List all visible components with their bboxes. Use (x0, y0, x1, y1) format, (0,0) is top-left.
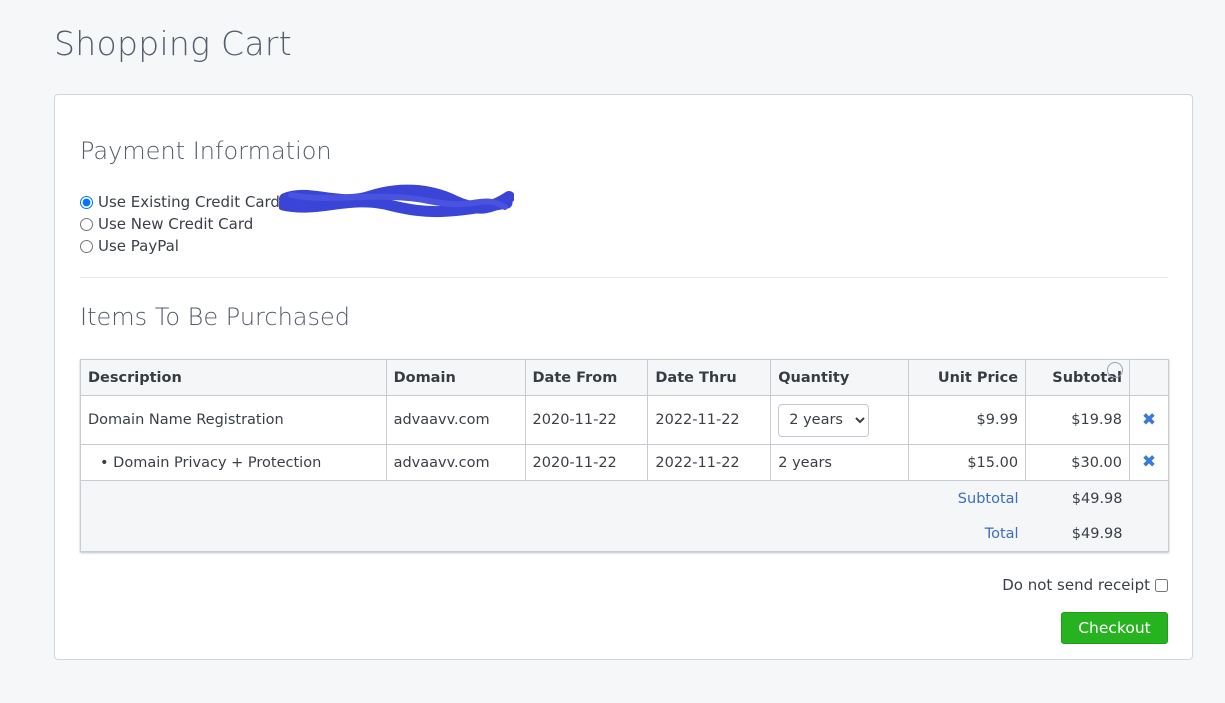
table-row: • Domain Privacy + Protection advaavv.co… (80, 444, 1169, 481)
payment-option-existing-card[interactable]: Use Existing Credit Card (80, 191, 280, 213)
new-card-radio[interactable] (80, 217, 93, 231)
row-date-from: 2020-11-22 (524, 444, 649, 481)
payment-information-title: Payment Information (80, 137, 332, 165)
checkout-button[interactable]: Checkout (1061, 612, 1168, 644)
new-card-label: Use New Credit Card (98, 215, 254, 233)
row-subtotal: $30.00 (1025, 444, 1131, 481)
row-unit-price: $15.00 (908, 444, 1027, 481)
table-row: Domain Name Registration advaavv.com 202… (80, 395, 1169, 445)
remove-x-icon[interactable]: ✖ (1130, 454, 1168, 471)
subtotal-value: $49.98 (1025, 480, 1130, 516)
payment-option-new-card[interactable]: Use New Credit Card (80, 213, 280, 235)
subtotal-spacer (79, 480, 909, 516)
row-remove-cell: ✖ (1129, 444, 1169, 481)
remove-x-icon[interactable]: ✖ (1130, 411, 1168, 429)
existing-card-label: Use Existing Credit Card (98, 193, 280, 211)
row-domain: advaavv.com (385, 444, 526, 481)
cart-card: Payment Information Use Existing Credit … (54, 94, 1193, 660)
header-description[interactable]: Description (80, 359, 387, 396)
items-title: Items To Be Purchased (80, 303, 350, 331)
circle-icon (1107, 362, 1124, 378)
row-date-thru: 2022-11-22 (647, 395, 772, 445)
total-end (1129, 516, 1169, 552)
row-unit-price: $9.99 (908, 395, 1027, 445)
subtotal-end (1129, 480, 1169, 516)
redacted-card-scribble (279, 184, 514, 218)
header-domain[interactable]: Domain (385, 359, 526, 396)
header-date-from[interactable]: Date From (524, 359, 649, 396)
items-table: Description Domain Date From Date Thru Q… (79, 359, 1169, 552)
row-description: Domain Name Registration (80, 395, 387, 445)
table-header-row: Description Domain Date From Date Thru Q… (80, 359, 1169, 396)
header-unit-price[interactable]: Unit Price (908, 359, 1027, 396)
paypal-radio[interactable] (80, 239, 93, 253)
section-divider (80, 277, 1168, 278)
subtotal-label: Subtotal (908, 480, 1026, 516)
page-title: Shopping Cart (54, 24, 292, 63)
subtotal-row: Subtotal $49.98 (79, 480, 1169, 516)
row-quantity: 1 year 2 years 3 years (770, 395, 910, 445)
row-remove-cell: ✖ (1129, 395, 1169, 445)
existing-card-radio[interactable] (80, 195, 93, 209)
do-not-send-receipt[interactable]: Do not send receipt (1002, 576, 1168, 594)
quantity-select[interactable]: 1 year 2 years 3 years (778, 403, 870, 437)
total-spacer (79, 516, 909, 552)
row-subtotal: $19.98 (1025, 395, 1131, 445)
header-subtotal[interactable]: Subtotal (1025, 359, 1131, 396)
addon-description: • Domain Privacy + Protection (100, 454, 322, 471)
receipt-label: Do not send receipt (1002, 576, 1150, 594)
header-date-thru[interactable]: Date Thru (647, 359, 772, 396)
row-description: • Domain Privacy + Protection (80, 444, 387, 481)
total-label: Total (908, 516, 1026, 552)
row-domain: advaavv.com (385, 395, 526, 445)
total-value: $49.98 (1025, 516, 1130, 552)
payment-method-group: Use Existing Credit Card Use New Credit … (80, 191, 280, 257)
header-quantity[interactable]: Quantity (770, 359, 910, 396)
row-date-from: 2020-11-22 (524, 395, 649, 445)
receipt-checkbox[interactable] (1155, 578, 1168, 592)
paypal-label: Use PayPal (98, 237, 179, 255)
total-row: Total $49.98 (79, 516, 1169, 552)
row-date-thru: 2022-11-22 (647, 444, 772, 481)
header-remove (1129, 359, 1169, 396)
payment-option-paypal[interactable]: Use PayPal (80, 235, 280, 257)
row-quantity: 2 years (770, 444, 910, 481)
